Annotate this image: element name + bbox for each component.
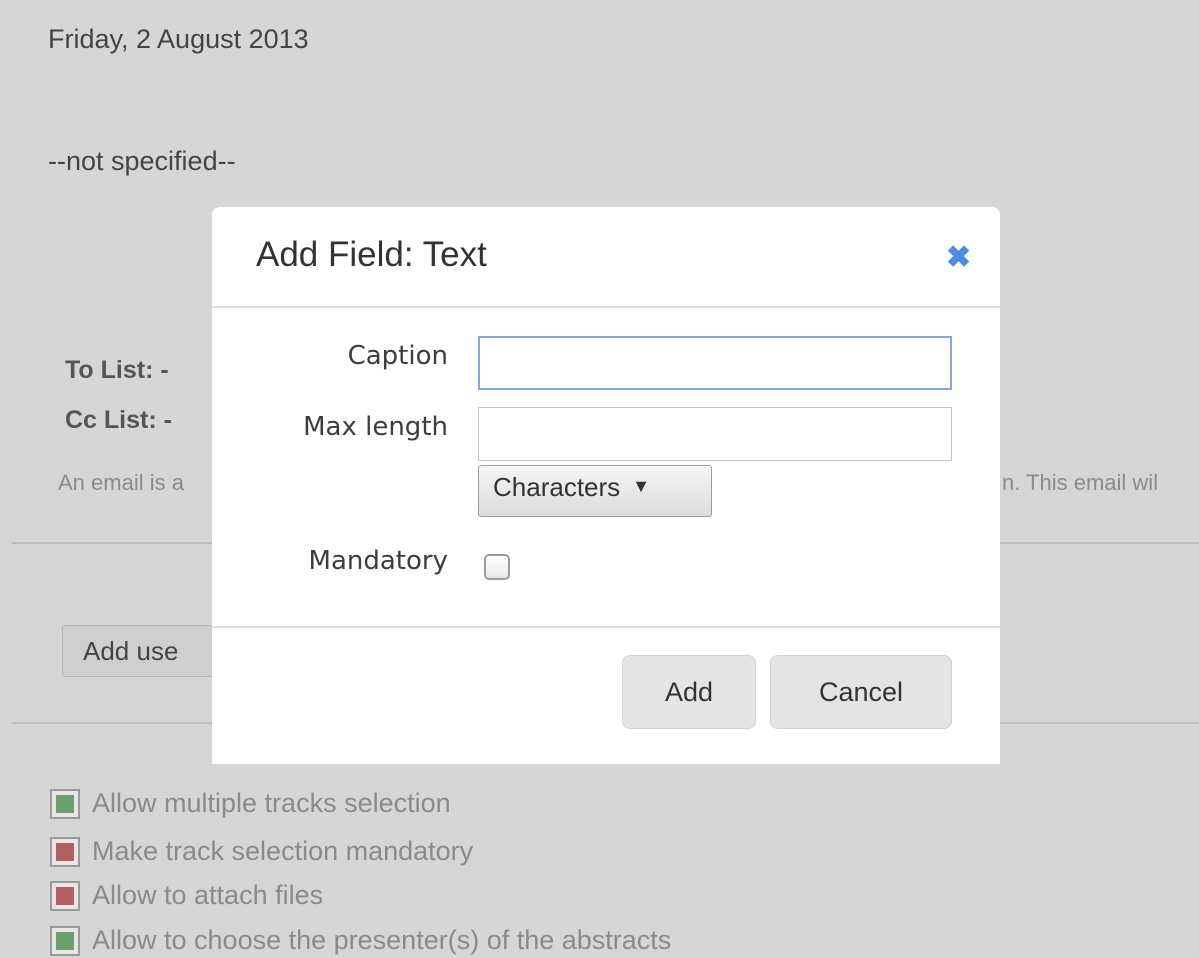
max-length-input[interactable] <box>478 407 952 461</box>
max-length-label: Max length <box>303 412 448 442</box>
cc-list-label: Cc List: - <box>65 406 172 434</box>
add-button[interactable]: Add <box>622 655 756 729</box>
not-specified-text: --not specified-- <box>48 146 236 176</box>
mandatory-label: Mandatory <box>308 546 448 576</box>
cancel-button[interactable]: Cancel <box>770 655 952 729</box>
dropdown-arrow-icon: ▼ <box>632 476 650 496</box>
status-toggle-icon[interactable] <box>50 836 80 867</box>
option-label: Allow to attach files <box>92 880 324 910</box>
option-label: Allow to choose the presenter(s) of the … <box>92 925 672 955</box>
length-unit-select[interactable]: Characters ▼ <box>478 465 712 517</box>
caption-input[interactable] <box>478 336 952 390</box>
select-value: Characters <box>493 472 621 502</box>
option-attach-files[interactable]: Allow to attach files <box>50 880 323 911</box>
option-allow-multiple-tracks[interactable]: Allow multiple tracks selection <box>50 788 451 819</box>
close-icon[interactable]: ✖ <box>946 243 971 273</box>
add-field-dialog: Add Field: Text ✖ Caption Max length Cha… <box>212 207 1000 764</box>
option-label: Make track selection mandatory <box>92 836 474 866</box>
dialog-header: Add Field: Text ✖ <box>212 207 1000 308</box>
email-note-right: n. This email wil <box>1002 470 1159 495</box>
status-toggle-icon[interactable] <box>50 788 80 819</box>
add-user-button[interactable]: Add use <box>62 625 232 677</box>
to-list-label: To List: - <box>65 356 169 384</box>
mandatory-checkbox[interactable] <box>484 554 510 580</box>
caption-label: Caption <box>347 341 448 371</box>
status-toggle-icon[interactable] <box>50 880 80 911</box>
option-track-mandatory[interactable]: Make track selection mandatory <box>50 836 473 867</box>
status-toggle-icon[interactable] <box>50 925 80 956</box>
option-label: Allow multiple tracks selection <box>92 788 451 818</box>
dialog-title: Add Field: Text <box>256 235 487 274</box>
email-note-left: An email is a <box>58 470 184 495</box>
option-choose-presenters[interactable]: Allow to choose the presenter(s) of the … <box>50 925 671 956</box>
event-date: Friday, 2 August 2013 <box>48 24 309 54</box>
